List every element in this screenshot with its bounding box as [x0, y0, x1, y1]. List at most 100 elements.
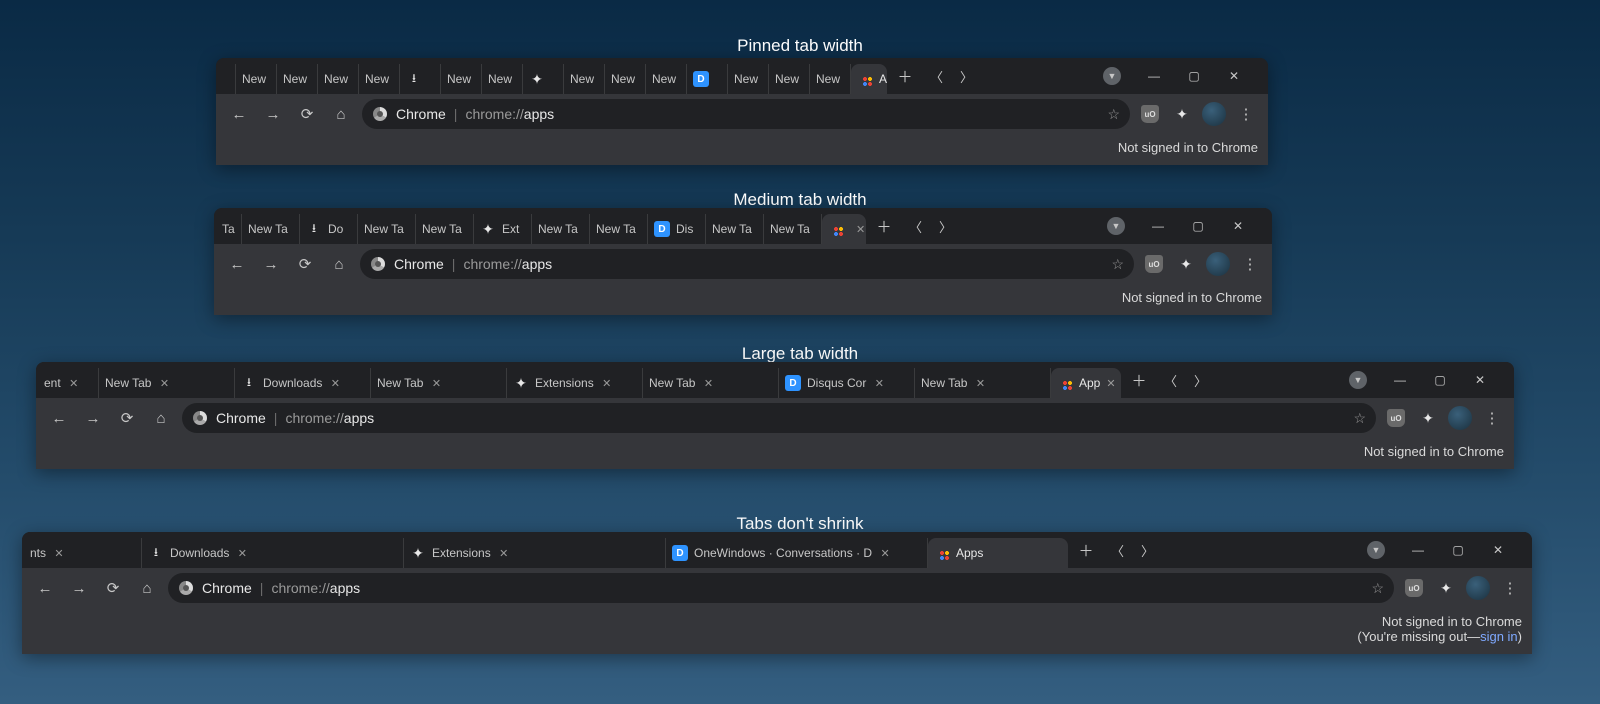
profile-avatar[interactable] [1200, 100, 1228, 128]
new-tab-button[interactable]: ＋ [870, 212, 898, 240]
tab[interactable] [218, 64, 236, 94]
tab-scroll-left-icon[interactable]: 〈 [1102, 536, 1130, 564]
tab[interactable]: New Tab✕ [371, 368, 507, 398]
bookmark-star-icon[interactable]: ☆ [1353, 410, 1366, 427]
minimize-button[interactable]: — [1144, 212, 1172, 240]
forward-button[interactable]: → [258, 99, 288, 129]
tab[interactable]: New [441, 64, 482, 94]
tab-active[interactable]: A✕ [851, 64, 887, 94]
tab[interactable]: ent✕ [38, 368, 99, 398]
tab[interactable]: New Tab✕ [643, 368, 779, 398]
tab-close-icon[interactable]: ✕ [600, 376, 614, 390]
sign-in-link[interactable]: sign in [1480, 629, 1518, 644]
tab[interactable]: ✦Extensions✕ [507, 368, 643, 398]
back-button[interactable]: ← [44, 403, 74, 433]
tab[interactable]: ⭳Do [300, 214, 358, 244]
back-button[interactable]: ← [30, 573, 60, 603]
maximize-button[interactable]: ▢ [1184, 212, 1212, 240]
home-button[interactable]: ⌂ [324, 249, 354, 279]
tab[interactable]: New Tab✕ [915, 368, 1051, 398]
tab-close-icon[interactable]: ✕ [973, 376, 987, 390]
close-window-button[interactable]: ✕ [1484, 536, 1512, 564]
ublock-extension-icon[interactable]: uO [1382, 404, 1410, 432]
tab-active[interactable]: ✕ [822, 214, 866, 244]
tab[interactable]: DDis [648, 214, 706, 244]
tab-active[interactable]: Apps [928, 538, 1068, 568]
tab-close-icon[interactable]: ✕ [52, 546, 66, 560]
tab[interactable]: DOneWindows · Conversations · D✕ [666, 538, 928, 568]
tab[interactable]: New [359, 64, 400, 94]
forward-button[interactable]: → [78, 403, 108, 433]
tab-close-icon[interactable]: ✕ [856, 222, 865, 236]
profile-avatar[interactable] [1446, 404, 1474, 432]
tab-list-dropdown-icon[interactable]: ▼ [1344, 366, 1372, 394]
menu-kebab-icon[interactable]: ⋮ [1478, 404, 1506, 432]
tab[interactable]: D [687, 64, 728, 94]
tab[interactable]: DDisqus Cor✕ [779, 368, 915, 398]
forward-button[interactable]: → [256, 249, 286, 279]
tab-close-icon[interactable]: ✕ [701, 376, 715, 390]
new-tab-button[interactable]: ＋ [891, 62, 919, 90]
ublock-extension-icon[interactable]: uO [1140, 250, 1168, 278]
tab-active[interactable]: App✕ [1051, 368, 1121, 398]
tab[interactable]: New [564, 64, 605, 94]
home-button[interactable]: ⌂ [132, 573, 162, 603]
minimize-button[interactable]: — [1404, 536, 1432, 564]
tab[interactable]: New Tab✕ [99, 368, 235, 398]
tab[interactable]: New Ta [764, 214, 822, 244]
tab[interactable]: ✦Ext [474, 214, 532, 244]
tab[interactable]: nts✕ [24, 538, 142, 568]
address-bar[interactable]: Chrome|chrome://apps☆ [168, 573, 1394, 603]
tab-scroll-left-icon[interactable]: 〈 [900, 212, 928, 240]
tab-close-icon[interactable]: ✕ [235, 546, 249, 560]
tab[interactable]: New [482, 64, 523, 94]
menu-kebab-icon[interactable]: ⋮ [1232, 100, 1260, 128]
reload-button[interactable]: ⟳ [112, 403, 142, 433]
maximize-button[interactable]: ▢ [1426, 366, 1454, 394]
extensions-puzzle-icon[interactable]: ✦ [1414, 404, 1442, 432]
tab[interactable]: New [318, 64, 359, 94]
tab-list-dropdown-icon[interactable]: ▼ [1362, 536, 1390, 564]
reload-button[interactable]: ⟳ [98, 573, 128, 603]
tab-list-dropdown-icon[interactable]: ▼ [1098, 62, 1126, 90]
tab[interactable]: ✦ [523, 64, 564, 94]
reload-button[interactable]: ⟳ [292, 99, 322, 129]
home-button[interactable]: ⌂ [146, 403, 176, 433]
minimize-button[interactable]: — [1140, 62, 1168, 90]
menu-kebab-icon[interactable]: ⋮ [1236, 250, 1264, 278]
home-button[interactable]: ⌂ [326, 99, 356, 129]
new-tab-button[interactable]: ＋ [1072, 536, 1100, 564]
bookmark-star-icon[interactable]: ☆ [1371, 580, 1384, 597]
bookmark-star-icon[interactable]: ☆ [1107, 106, 1120, 123]
tab[interactable]: New Ta [590, 214, 648, 244]
maximize-button[interactable]: ▢ [1180, 62, 1208, 90]
menu-kebab-icon[interactable]: ⋮ [1496, 574, 1524, 602]
extensions-puzzle-icon[interactable]: ✦ [1172, 250, 1200, 278]
tab-close-icon[interactable]: ✕ [1106, 376, 1115, 390]
tab[interactable]: New Ta [242, 214, 300, 244]
tab-close-icon[interactable]: ✕ [878, 546, 892, 560]
tab[interactable]: New [769, 64, 810, 94]
tab-scroll-right-icon[interactable]: 〉 [1132, 536, 1160, 564]
tab-list-dropdown-icon[interactable]: ▼ [1102, 212, 1130, 240]
tab-close-icon[interactable]: ✕ [872, 376, 886, 390]
tab[interactable]: New Ta [706, 214, 764, 244]
extensions-puzzle-icon[interactable]: ✦ [1432, 574, 1460, 602]
profile-avatar[interactable] [1464, 574, 1492, 602]
tab-close-icon[interactable]: ✕ [429, 376, 443, 390]
tab[interactable]: New Ta [532, 214, 590, 244]
tab[interactable]: ⭳Downloads✕ [235, 368, 371, 398]
tab-scroll-right-icon[interactable]: 〉 [930, 212, 958, 240]
extensions-puzzle-icon[interactable]: ✦ [1168, 100, 1196, 128]
tab[interactable]: New [605, 64, 646, 94]
address-bar[interactable]: Chrome|chrome://apps☆ [362, 99, 1130, 129]
ublock-extension-icon[interactable]: uO [1136, 100, 1164, 128]
profile-avatar[interactable] [1204, 250, 1232, 278]
close-window-button[interactable]: ✕ [1224, 212, 1252, 240]
tab[interactable]: ✦Extensions✕ [404, 538, 666, 568]
tab-close-icon[interactable]: ✕ [67, 376, 81, 390]
tab[interactable]: ⭳Downloads✕ [142, 538, 404, 568]
new-tab-button[interactable]: ＋ [1125, 366, 1153, 394]
tab[interactable]: ⭳ [400, 64, 441, 94]
tab[interactable]: Ta [216, 214, 242, 244]
